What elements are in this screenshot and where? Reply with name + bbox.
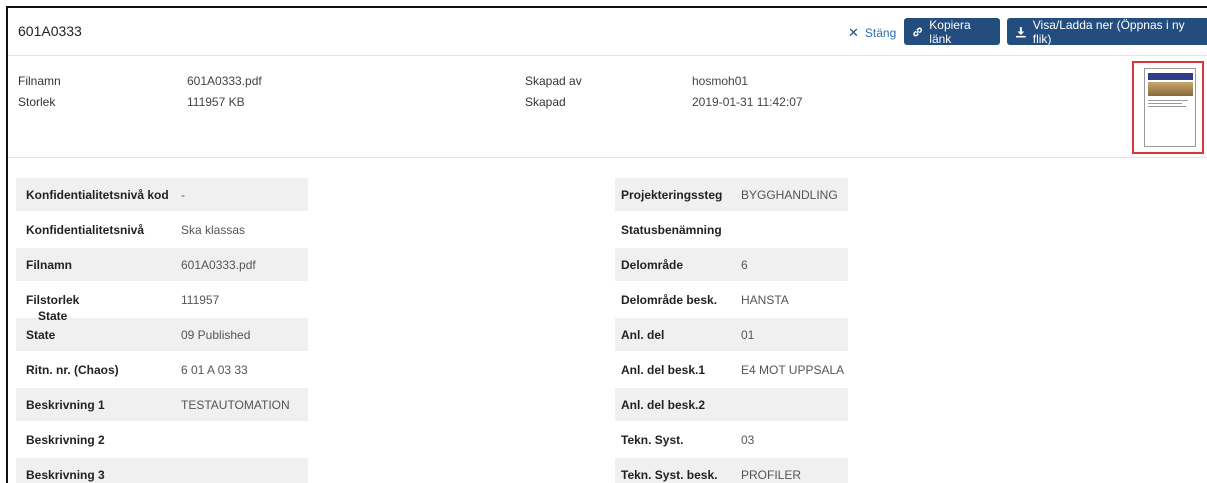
property-key: Beskrivning 2 <box>26 433 105 447</box>
download-icon <box>1015 26 1026 37</box>
property-row: Filnamn 601A0333.pdf <box>16 248 308 281</box>
view-download-label: Visa/Ladda ner (Öppnas i ny flik) <box>1032 17 1185 46</box>
property-value: 01 <box>741 328 755 342</box>
property-row: Delområde 6 <box>615 248 848 281</box>
property-key: Anl. del besk.1 <box>621 363 706 377</box>
drag-overlay-label: State <box>38 309 68 323</box>
property-key: Filstorlek <box>26 293 80 307</box>
property-key: Filnamn <box>26 258 73 272</box>
property-row: Beskrivning 2 <box>16 423 308 456</box>
document-thumbnail[interactable] <box>1132 61 1204 154</box>
property-key: Tekn. Syst. besk. <box>621 468 718 482</box>
property-key: Konfidentialitetsnivå <box>26 223 145 237</box>
property-row: Konfidentialitetsnivå Ska klassas <box>16 213 308 246</box>
property-value: BYGGHANDLING <box>741 188 838 202</box>
property-row: Statusbenämning <box>615 213 848 246</box>
pdf-preview-icon <box>1144 68 1196 147</box>
property-key: Delområde <box>621 258 684 272</box>
property-row: Anl. del besk.2 <box>615 388 848 421</box>
property-key: Konfidentialitetsnivå kod <box>26 188 169 202</box>
property-row: Tekn. Syst. 03 <box>615 423 848 456</box>
property-value: 111957 <box>181 293 220 307</box>
file-meta-section: Filnamn 601A0333.pdf Storlek 111957 KB S… <box>8 56 1207 158</box>
size-label: Storlek <box>18 95 56 109</box>
created-label: Skapad <box>525 95 566 109</box>
property-key: Delområde besk. <box>621 293 718 307</box>
close-button[interactable]: ✕ Stäng <box>848 25 896 41</box>
filename-value: 601A0333.pdf <box>187 74 262 88</box>
property-row: Anl. del besk.1 E4 MOT UPPSALA <box>615 353 848 386</box>
property-value: E4 MOT UPPSALA <box>741 363 845 377</box>
copy-link-label: Kopiera länk <box>929 17 971 46</box>
size-value: 111957 KB <box>187 95 245 109</box>
property-value: 6 <box>741 258 748 272</box>
created-by-value: hosmoh01 <box>692 74 749 88</box>
property-key: Beskrivning 1 <box>26 398 105 412</box>
document-title: 601A0333 <box>18 23 82 39</box>
property-row: Anl. del 01 <box>615 318 848 351</box>
property-key: State <box>26 328 56 342</box>
view-download-button[interactable]: Visa/Ladda ner (Öppnas i ny flik) <box>1007 17 1207 46</box>
property-row: Beskrivning 3 <box>16 458 308 483</box>
filename-label: Filnamn <box>18 74 61 88</box>
property-key: Statusbenämning <box>621 223 722 237</box>
property-row: Ritn. nr. (Chaos) 6 01 A 03 33 <box>16 353 308 386</box>
close-icon: ✕ <box>848 25 859 40</box>
property-key: Projekteringssteg <box>621 188 723 202</box>
property-key: Anl. del besk.2 <box>621 398 706 412</box>
property-value: 03 <box>741 433 755 447</box>
link-icon <box>913 27 923 36</box>
document-detail-panel: 601A0333 ✕ Stäng Kopiera länk Visa/Ladda… <box>6 6 1207 483</box>
property-value: 601A0333.pdf <box>181 258 256 272</box>
created-by-label: Skapad av <box>525 74 582 88</box>
panel-header: 601A0333 ✕ Stäng Kopiera länk Visa/Ladda… <box>8 8 1207 56</box>
property-value: TESTAUTOMATION <box>181 398 290 412</box>
copy-link-button[interactable]: Kopiera länk <box>904 17 1000 46</box>
property-key: Beskrivning 3 <box>26 468 105 482</box>
property-row: Delområde besk. HANSTA <box>615 283 848 316</box>
property-value: Ska klassas <box>181 223 246 237</box>
property-row: Konfidentialitetsnivå kod - <box>16 178 308 211</box>
property-value: 6 01 A 03 33 <box>181 363 248 377</box>
property-value: - <box>181 188 185 202</box>
property-value: HANSTA <box>741 293 789 307</box>
property-key: Tekn. Syst. <box>621 433 684 447</box>
property-key: Anl. del <box>621 328 665 342</box>
close-label: Stäng <box>864 26 897 40</box>
property-row: Tekn. Syst. besk. PROFILER <box>615 458 848 483</box>
property-row: Beskrivning 1 TESTAUTOMATION <box>16 388 308 421</box>
property-value: 09 Published <box>181 328 251 342</box>
property-value: PROFILER <box>741 468 802 482</box>
property-row: Projekteringssteg BYGGHANDLING <box>615 178 848 211</box>
property-key: Ritn. nr. (Chaos) <box>26 363 119 377</box>
created-value: 2019-01-31 11:42:07 <box>692 95 803 109</box>
